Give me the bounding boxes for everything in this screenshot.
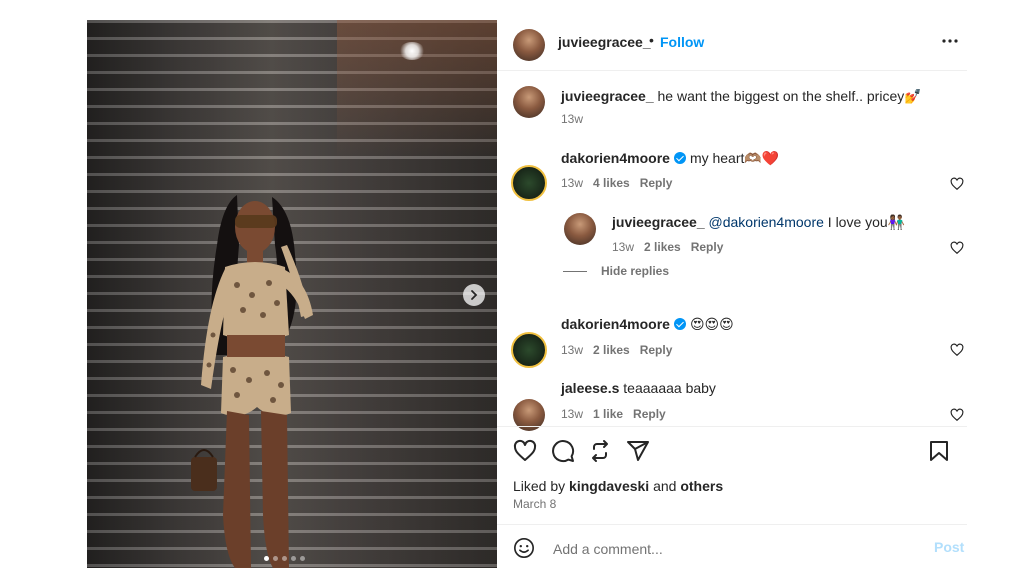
comment-meta: 13w 2 likes Reply <box>561 343 672 357</box>
photo-subject <box>191 195 313 568</box>
author-avatar[interactable] <box>513 29 545 61</box>
comments-list: juvieegracee_ he want the biggest on the… <box>497 71 967 431</box>
share-icon[interactable] <box>626 439 650 463</box>
verified-badge-icon <box>673 152 686 164</box>
emoji-icon[interactable] <box>513 537 535 559</box>
like-comment-icon[interactable] <box>950 408 964 422</box>
like-comment-icon[interactable] <box>950 343 964 357</box>
comment-time: 13w <box>561 343 584 357</box>
more-options-icon[interactable] <box>941 32 959 55</box>
comment-username[interactable]: jaleese.s <box>561 380 619 396</box>
reply-mention[interactable]: @dakorien4moore <box>709 214 824 230</box>
commenter-avatar[interactable] <box>511 165 547 201</box>
reply-text: I love you👫🏾 <box>827 214 906 230</box>
post-date: March 8 <box>513 497 557 511</box>
comment-time: 13w <box>561 176 584 190</box>
comment-text: teaaaaaa baby <box>623 380 716 396</box>
likes-others[interactable]: others <box>680 478 723 494</box>
reply-button[interactable]: Reply <box>691 240 724 254</box>
likes-joiner: and <box>653 478 677 494</box>
comment-input[interactable] <box>551 537 895 561</box>
hide-replies-label: Hide replies <box>601 264 670 278</box>
comment-username[interactable]: dakorien4moore <box>561 150 670 166</box>
hide-replies-button[interactable]: Hide replies <box>563 264 669 278</box>
carousel-dot <box>264 556 269 561</box>
comment-text: 😍😍😍 <box>689 316 734 332</box>
carousel-indicator <box>264 556 305 561</box>
header-separator: • <box>649 32 654 48</box>
carousel-dot <box>300 556 305 561</box>
reply-likes[interactable]: 2 likes <box>644 240 681 254</box>
reply-avatar[interactable] <box>564 213 596 245</box>
comment-item: dakorien4moore my heart🫶🏽❤️ <box>561 150 779 167</box>
like-reply-icon[interactable] <box>950 241 964 255</box>
caption: juvieegracee_ he want the biggest on the… <box>561 88 922 105</box>
like-comment-icon[interactable] <box>950 177 964 191</box>
reply-time: 13w <box>612 240 635 254</box>
comment-icon[interactable] <box>551 439 575 463</box>
comment-text: my heart🫶🏽❤️ <box>689 150 780 166</box>
comment-meta: 13w 1 like Reply <box>561 407 666 421</box>
post-comment-button[interactable]: Post <box>934 539 964 555</box>
verified-badge-icon <box>673 318 686 330</box>
chevron-right-icon <box>471 290 478 300</box>
heart-icon[interactable] <box>513 439 537 463</box>
post-header: juvieegracee_ • Follow <box>497 20 967 71</box>
post-sidebar: juvieegracee_ • Follow juvieegracee_ he … <box>497 20 967 568</box>
caption-text: he want the biggest on the shelf.. price… <box>657 88 922 104</box>
comment-likes[interactable]: 2 likes <box>593 343 630 357</box>
repost-icon[interactable] <box>588 439 612 463</box>
reply-meta: 13w 2 likes Reply <box>612 240 723 254</box>
liked-by-user[interactable]: kingdaveski <box>569 478 649 494</box>
follow-button[interactable]: Follow <box>660 34 704 50</box>
reply-button[interactable]: Reply <box>633 407 666 421</box>
ceiling-light <box>399 42 425 60</box>
carousel-dot <box>282 556 287 561</box>
comment-likes[interactable]: 4 likes <box>593 176 630 190</box>
caption-time: 13w <box>561 112 584 126</box>
next-slide-button[interactable] <box>463 284 485 306</box>
comment-item: jaleese.s teaaaaaa baby <box>561 380 716 396</box>
author-username[interactable]: juvieegracee_ <box>558 34 651 50</box>
caption-username[interactable]: juvieegracee_ <box>561 88 654 104</box>
reply-button[interactable]: Reply <box>640 176 673 190</box>
reply-button[interactable]: Reply <box>640 343 673 357</box>
likes-summary: Liked by kingdaveski and others <box>513 478 723 494</box>
caption-avatar[interactable] <box>513 86 545 118</box>
comment-meta: 13w 4 likes Reply <box>561 176 672 190</box>
background-wall <box>337 20 497 160</box>
reply-username[interactable]: juvieegracee_ <box>612 214 705 230</box>
comment-time: 13w <box>561 407 584 421</box>
carousel-dot <box>291 556 296 561</box>
comment-username[interactable]: dakorien4moore <box>561 316 670 332</box>
commenter-avatar[interactable] <box>511 332 547 368</box>
carousel-dot <box>273 556 278 561</box>
divider-line <box>563 270 587 272</box>
post-media[interactable] <box>87 20 497 568</box>
likes-prefix: Liked by <box>513 478 566 494</box>
comment-likes[interactable]: 1 like <box>593 407 623 421</box>
action-bar <box>497 426 967 477</box>
comment-item: dakorien4moore 😍😍😍 <box>561 316 734 333</box>
reply-item: juvieegracee_ @dakorien4moore I love you… <box>612 214 905 231</box>
add-comment-bar: Post <box>497 524 967 569</box>
post-dialog: juvieegracee_ • Follow juvieegracee_ he … <box>87 20 967 568</box>
bookmark-icon[interactable] <box>927 439 951 463</box>
